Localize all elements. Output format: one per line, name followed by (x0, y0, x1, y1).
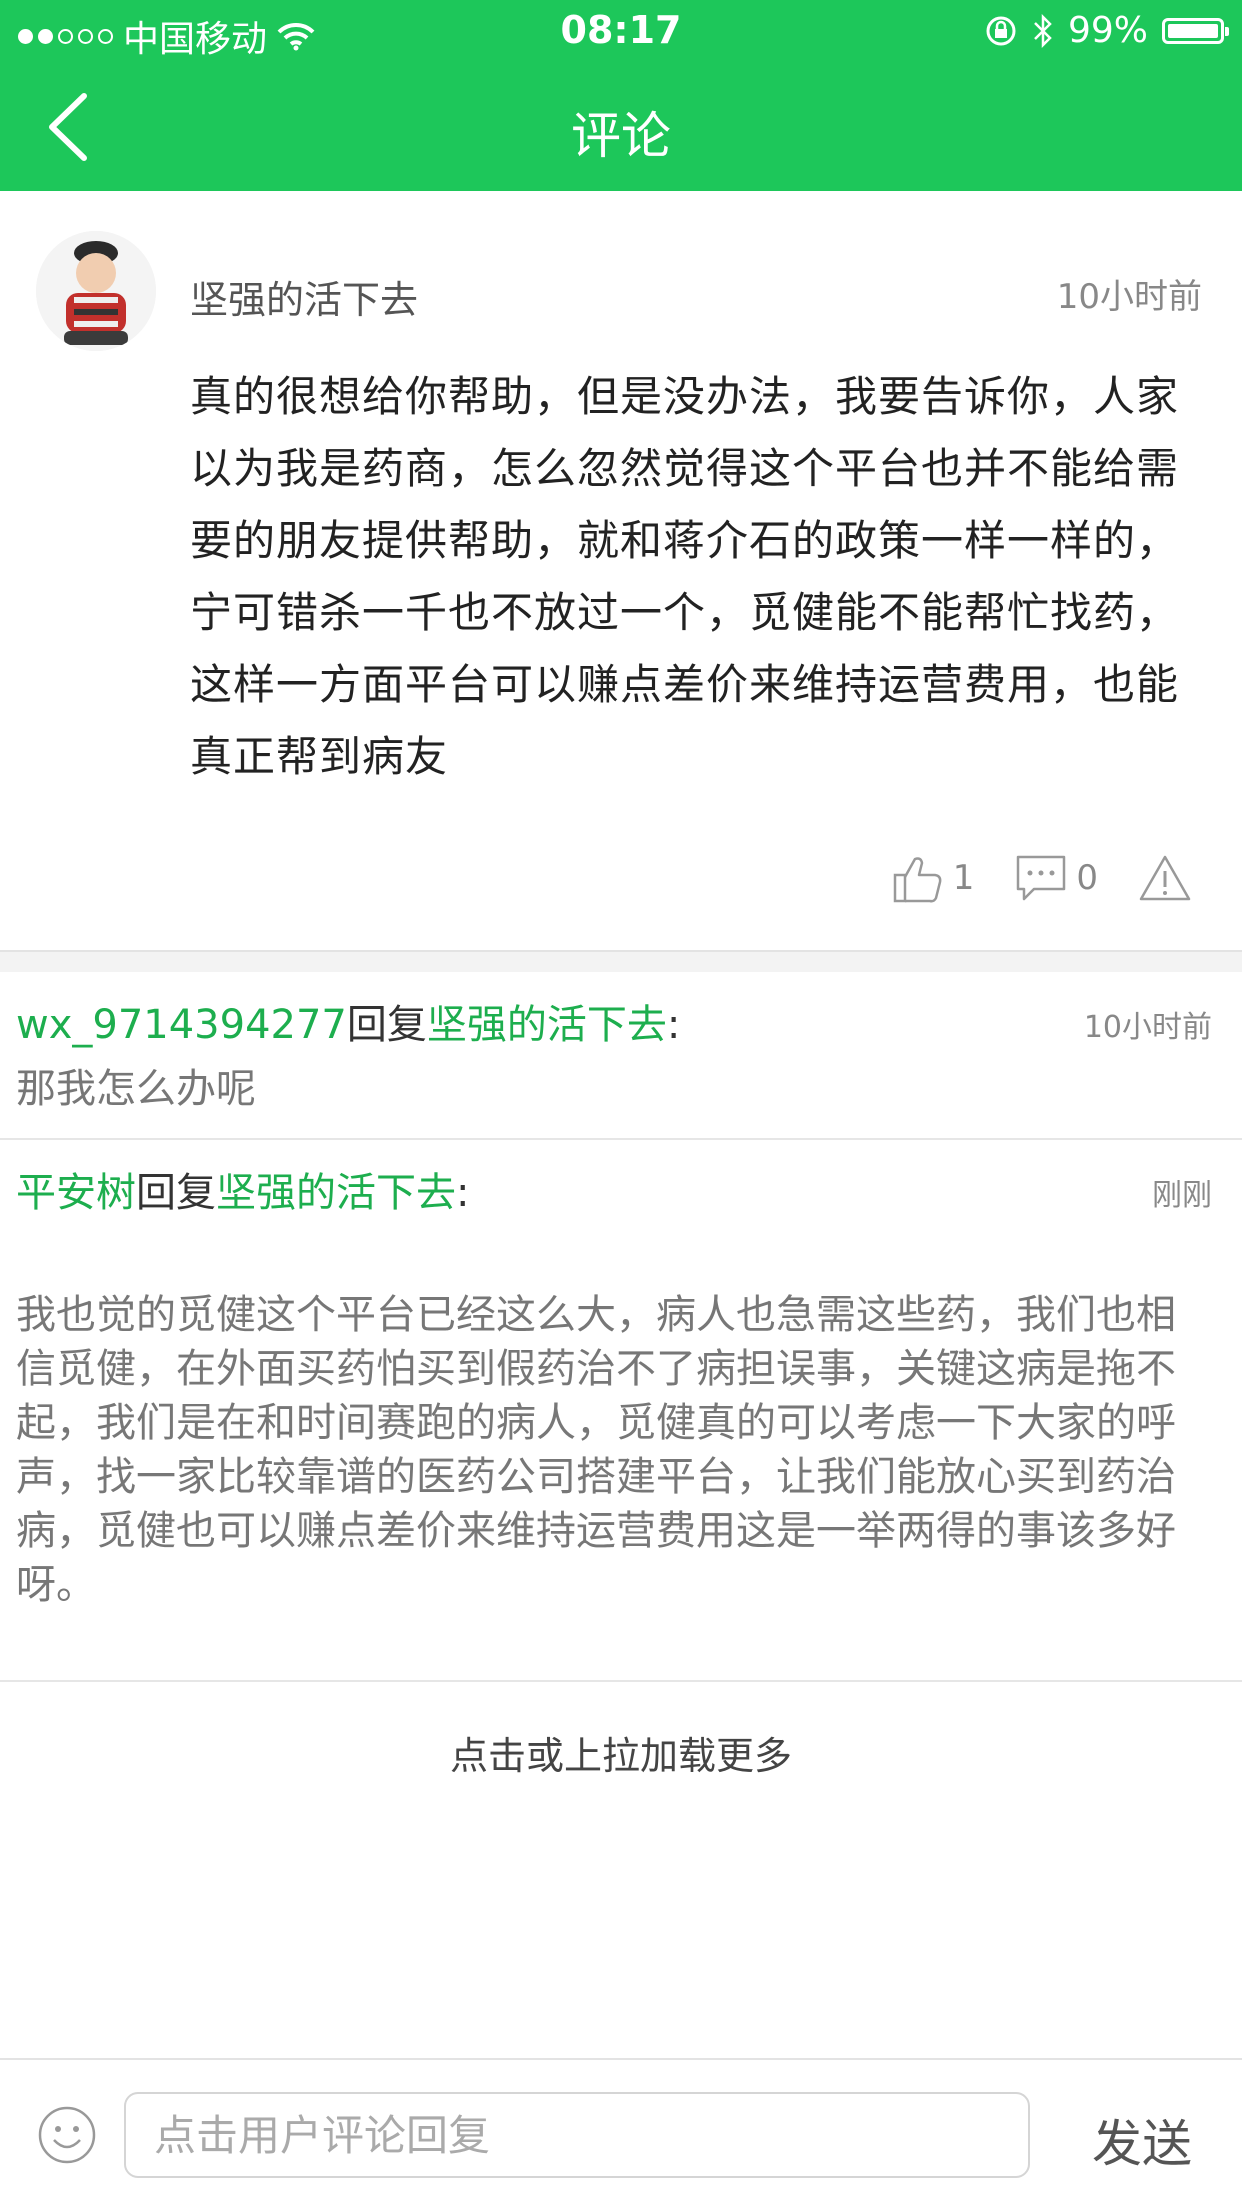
page-title: 评论 (571, 107, 671, 165)
like-button[interactable]: 1 (891, 851, 975, 905)
reply-bar: 发送 (0, 2058, 1242, 2210)
emoji-button[interactable] (36, 2104, 98, 2166)
comment-time: 10小时前 (1056, 277, 1202, 317)
comment-button[interactable]: 0 (1014, 853, 1098, 903)
reply-header: 平安树回复坚强的活下去: (16, 1160, 469, 1218)
status-bar: 中国移动 08:17 99% (0, 0, 1242, 62)
load-more-button[interactable]: 点击或上拉加载更多 (0, 1725, 1242, 1780)
title-bar: 评论 (0, 62, 1242, 191)
reply-target[interactable]: 坚强的活下去 (216, 1170, 456, 1216)
reply-user[interactable]: wx_9714394277 (16, 1002, 347, 1048)
comment-username[interactable]: 坚强的活下去 (190, 269, 418, 324)
status-right: 99% (984, 10, 1229, 51)
emoji-icon (38, 2106, 96, 2164)
thumbs-up-icon (893, 857, 942, 903)
like-count: 1 (952, 858, 975, 898)
reply-item[interactable]: 平安树回复坚强的活下去: 刚刚 我也觉的觅健这个平台已经这么大，病人也急需这些药… (0, 1140, 1242, 1680)
avatar[interactable] (36, 231, 156, 351)
reply-word: 回复 (136, 1170, 216, 1216)
battery-icon (1162, 17, 1229, 44)
reply-text: 那我怎么办呢 (16, 1066, 256, 1112)
reply-item[interactable]: wx_9714394277回复坚强的活下去: 10小时前 那我怎么办呢 (0, 972, 1242, 1138)
reply-header: wx_9714394277回复坚强的活下去: (16, 992, 680, 1050)
reply-time: 10小时前 (1083, 1010, 1212, 1045)
reply-time: 刚刚 (1152, 1178, 1212, 1213)
reply-user[interactable]: 平安树 (16, 1170, 136, 1216)
rotation-lock-icon (986, 16, 1016, 45)
reply-word: 回复 (346, 1002, 427, 1048)
comment-actions: 1 0 (891, 851, 1192, 905)
reply-colon: : (666, 1002, 681, 1048)
reply-colon: : (456, 1170, 470, 1216)
main-comment: 坚强的活下去 10小时前 真的很想给你帮助，但是没办法，我要告诉你，人家以为我是… (0, 191, 1242, 950)
comment-count: 0 (1076, 858, 1098, 898)
reply-text: 我也觉的觅健这个平台已经这么大，病人也急需这些药，我们也相信觅健，在外面买药怕买… (16, 1292, 1176, 1608)
warning-icon (1139, 855, 1191, 901)
comment-text: 真的很想给你帮助，但是没办法，我要告诉你，人家以为我是药商，怎么忽然觉得这个平台… (190, 372, 1180, 781)
reply-target[interactable]: 坚强的活下去 (427, 1002, 667, 1048)
avatar-image (36, 231, 156, 351)
report-button[interactable] (1138, 853, 1192, 903)
reply-input[interactable] (124, 2092, 1030, 2178)
section-divider (0, 950, 1242, 974)
bluetooth-icon (1034, 13, 1052, 48)
app-header: 中国移动 08:17 99% 评论 (0, 0, 1242, 191)
comment-bubble-icon (1017, 855, 1066, 901)
reply-separator (0, 1680, 1242, 1682)
battery-percent: 99% (1067, 10, 1148, 51)
send-button[interactable]: 发送 (1092, 2104, 1192, 2176)
